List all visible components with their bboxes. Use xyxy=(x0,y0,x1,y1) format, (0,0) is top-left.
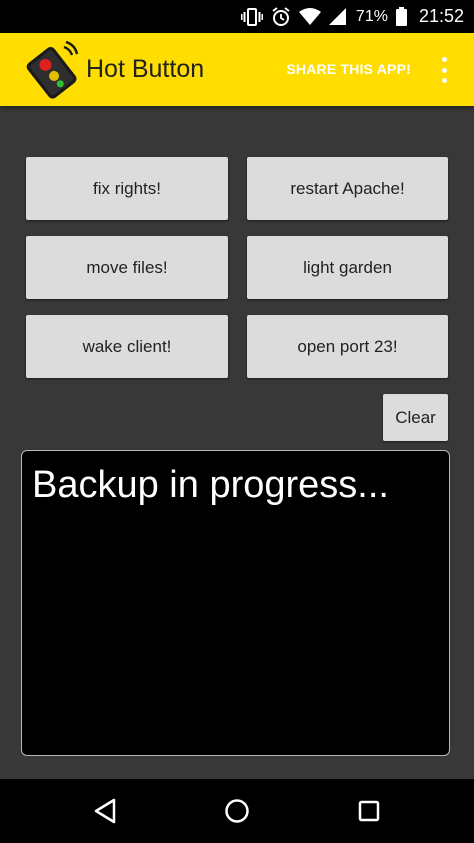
status-icons: 71% 21:52 xyxy=(240,0,464,33)
status-time: 21:52 xyxy=(418,6,464,26)
clear-button[interactable]: Clear xyxy=(383,394,448,441)
remote-control-icon xyxy=(22,40,80,99)
light-garden-button[interactable]: light garden xyxy=(247,236,448,299)
fix-rights-button[interactable]: fix rights! xyxy=(26,157,228,220)
back-icon[interactable] xyxy=(87,793,123,829)
open-port-23-button[interactable]: open port 23! xyxy=(247,315,448,378)
home-icon[interactable] xyxy=(219,793,255,829)
wake-client-button[interactable]: wake client! xyxy=(26,315,228,378)
alarm-icon xyxy=(271,6,291,27)
app-title: Hot Button xyxy=(86,55,205,83)
battery-percent: 71% xyxy=(355,7,388,25)
console-output-text: Backup in progress... xyxy=(32,464,389,506)
app-bar: Hot Button SHARE THIS APP! xyxy=(0,33,474,106)
battery-icon xyxy=(395,7,407,26)
cell-signal-icon xyxy=(328,8,346,25)
share-app-button[interactable]: SHARE THIS APP! xyxy=(286,61,411,77)
more-vert-icon[interactable] xyxy=(432,57,456,83)
navigation-bar xyxy=(0,779,474,843)
recents-icon[interactable] xyxy=(351,793,387,829)
wifi-icon xyxy=(298,8,321,25)
menu-dot xyxy=(441,57,447,62)
status-bar: 71% 21:52 xyxy=(0,0,474,33)
menu-dot xyxy=(441,78,447,83)
restart-apache-button[interactable]: restart Apache! xyxy=(247,157,448,220)
vibrate-icon xyxy=(240,7,263,26)
output-console[interactable]: Backup in progress... xyxy=(21,450,450,756)
menu-dot xyxy=(441,67,447,73)
move-files-button[interactable]: move files! xyxy=(26,236,228,299)
